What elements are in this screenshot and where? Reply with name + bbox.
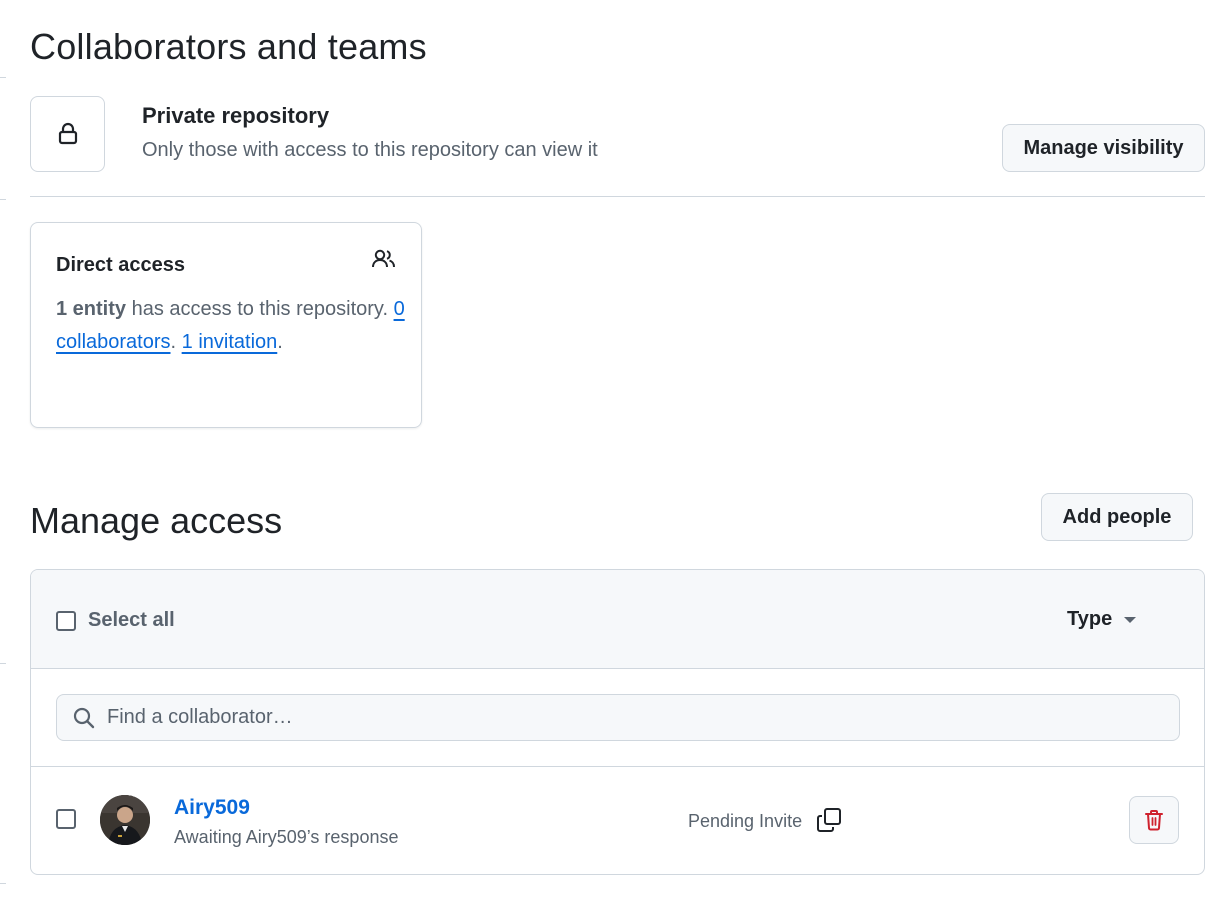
- select-all-checkbox[interactable]: [56, 611, 76, 631]
- avatar[interactable]: [100, 795, 150, 845]
- copy-icon[interactable]: [816, 807, 842, 833]
- visibility-title: Private repository: [142, 103, 330, 128]
- manage-access-title: Manage access: [30, 500, 283, 541]
- page-title: Collaborators and teams: [30, 26, 427, 67]
- direct-access-title: Direct access: [56, 254, 185, 276]
- direct-access-card: Direct access 1 entity has access to thi…: [30, 222, 422, 428]
- pending-invite-label: Pending Invite: [688, 811, 803, 831]
- add-people-button[interactable]: Add people: [1041, 493, 1193, 541]
- summary-period: .: [277, 331, 283, 353]
- caret-down-icon: [1124, 616, 1137, 623]
- edge-divider-tick: [0, 199, 6, 200]
- type-filter-label: Type: [1067, 608, 1113, 630]
- access-table: Select all Type Ai: [30, 569, 1205, 875]
- collaborator-status-text: Awaiting Airy509’s response: [174, 827, 399, 847]
- edge-divider-tick: [0, 77, 6, 78]
- access-table-header: Select all Type: [31, 570, 1204, 669]
- invitations-link[interactable]: 1 invitation: [182, 331, 278, 353]
- avatar-image: [100, 795, 150, 845]
- edge-divider-tick: [0, 663, 6, 664]
- search-field[interactable]: [56, 694, 1180, 741]
- find-collaborator-input[interactable]: [107, 695, 1167, 740]
- summary-text: has access to this repository.: [126, 298, 394, 320]
- repository-visibility-section: Private repository Only those with acces…: [30, 96, 1205, 197]
- search-icon: [73, 707, 95, 729]
- type-filter-dropdown[interactable]: Type: [1067, 608, 1137, 631]
- row-checkbox[interactable]: [56, 809, 76, 829]
- lock-icon-box: [30, 96, 105, 172]
- direct-access-summary: 1 entity has access to this repository. …: [56, 293, 406, 359]
- entity-count: 1 entity: [56, 298, 127, 320]
- summary-separator: .: [170, 331, 182, 353]
- lock-icon: [58, 122, 77, 145]
- collaborator-row: Airy509 Awaiting Airy509’s response Pend…: [31, 767, 1204, 874]
- search-section: [31, 669, 1204, 767]
- visibility-description: Only those with access to this repositor…: [142, 139, 598, 161]
- collaborator-username-link[interactable]: Airy509: [174, 796, 250, 820]
- edge-divider-tick: [0, 883, 6, 884]
- select-all-label[interactable]: Select all: [88, 609, 175, 632]
- remove-collaborator-button[interactable]: [1129, 796, 1179, 844]
- people-icon: [372, 249, 395, 268]
- manage-visibility-button[interactable]: Manage visibility: [1002, 124, 1205, 172]
- trash-icon: [1145, 810, 1163, 831]
